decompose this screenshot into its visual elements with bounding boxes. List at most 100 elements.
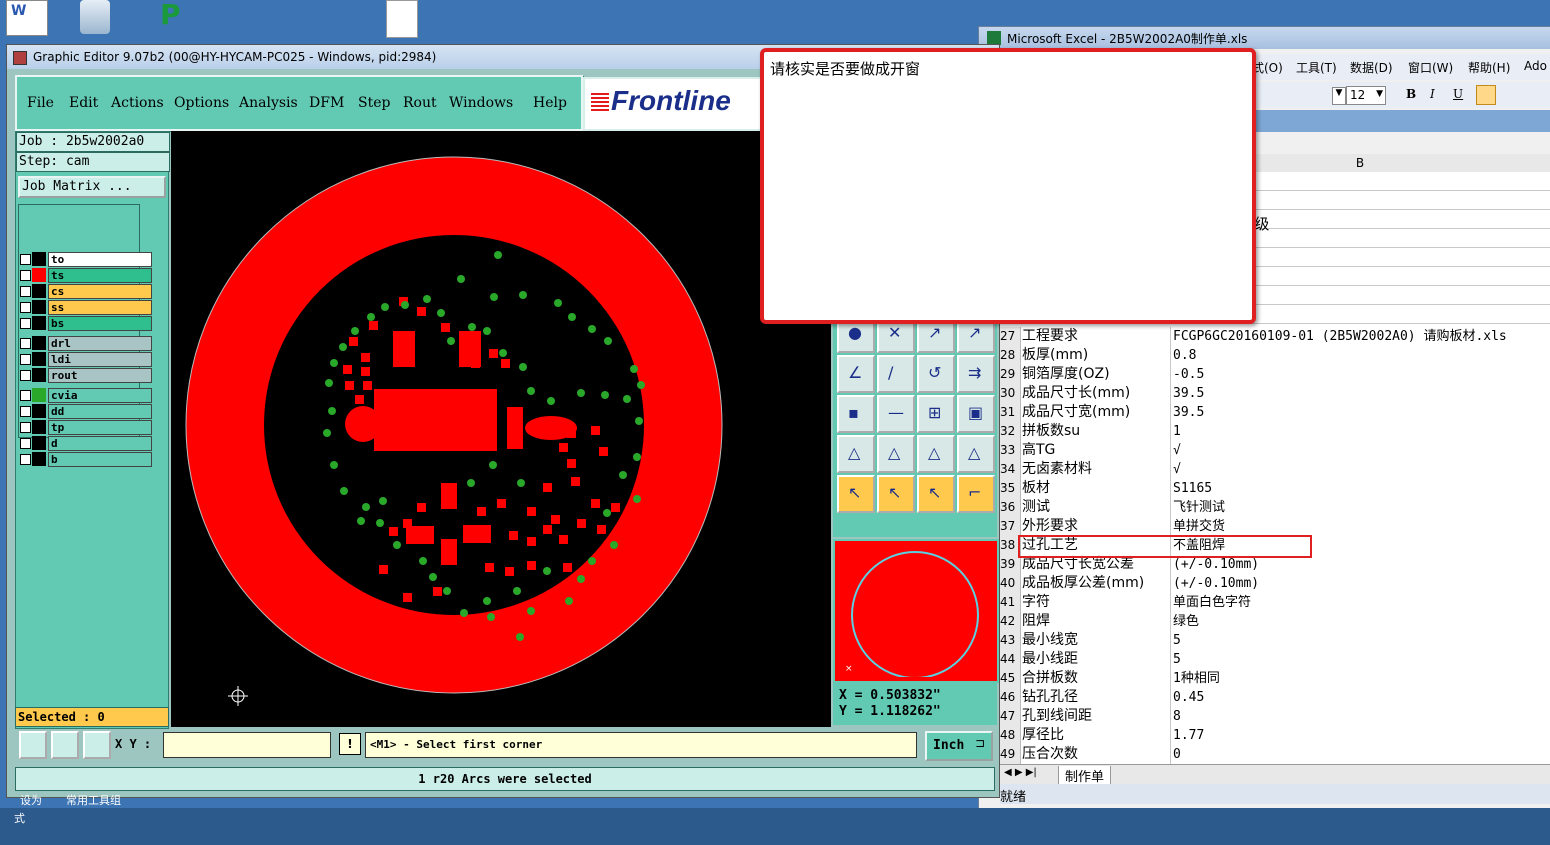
preview-panel[interactable]: × [833, 539, 999, 683]
layer-checkbox[interactable] [20, 270, 31, 281]
layer-name[interactable]: d [48, 436, 152, 451]
layer-name[interactable]: to [48, 252, 152, 267]
cell-a[interactable]: 工程要求 [1022, 327, 1168, 346]
tool-button[interactable]: ↖ [837, 475, 875, 513]
zoom-fit-icon[interactable] [19, 731, 47, 759]
cell-a[interactable]: 压合次数 [1022, 745, 1168, 764]
cell-b[interactable]: -0.5 [1170, 365, 1550, 384]
recycle-bin-icon[interactable] [80, 0, 110, 34]
menu-rout[interactable]: Rout [403, 95, 437, 111]
layer-row[interactable]: rout [20, 368, 152, 383]
layer-row[interactable]: b [20, 452, 152, 467]
layer-color-swatch[interactable] [32, 336, 46, 350]
app-shortcut-icon[interactable]: P [150, 0, 194, 36]
tool-button[interactable]: ↖ [917, 475, 955, 513]
layer-color-swatch[interactable] [32, 352, 46, 366]
layer-checkbox[interactable] [20, 318, 31, 329]
layer-row[interactable]: drl [20, 336, 152, 351]
row-number[interactable]: 48 [1000, 726, 1021, 745]
cell-b[interactable]: 1.77 [1170, 726, 1550, 745]
font-size-select[interactable]: 12 ▼ [1346, 86, 1386, 105]
row-number[interactable]: 32 [1000, 422, 1021, 441]
sheet-tab[interactable]: 制作单 [1058, 766, 1112, 786]
row-number[interactable]: 33 [1000, 441, 1021, 460]
menu-dfm[interactable]: DFM [309, 95, 344, 111]
text-file-icon[interactable] [386, 0, 418, 38]
row-number[interactable]: 49 [1000, 745, 1021, 764]
row-number[interactable]: 45 [1000, 669, 1021, 688]
desktop-word-icon[interactable]: W [6, 0, 48, 36]
menu-step[interactable]: Step [358, 95, 390, 111]
italic-button[interactable]: I [1430, 87, 1435, 101]
cell-b[interactable]: 39.5 [1170, 384, 1550, 403]
cell-b[interactable]: 单面白色字符 [1170, 593, 1550, 612]
font-name-dropdown-arrow[interactable]: ▼ [1332, 87, 1346, 105]
tool-button[interactable]: △ [877, 435, 915, 473]
tool-button[interactable]: ▪ [837, 395, 875, 433]
layer-row[interactable]: to [20, 252, 152, 267]
layer-checkbox[interactable] [20, 286, 31, 297]
cell-a[interactable]: 合拼板数 [1022, 669, 1168, 688]
job-matrix-button[interactable]: Job Matrix ... [18, 176, 166, 198]
menu-help[interactable]: Help [533, 95, 567, 111]
cell-a[interactable]: 板材 [1022, 479, 1168, 498]
cell-b[interactable]: 1 [1170, 422, 1550, 441]
layer-checkbox[interactable] [20, 354, 31, 365]
row-number[interactable]: 27 [1000, 327, 1021, 346]
align-center-button[interactable] [1500, 85, 1518, 103]
excel-menu-tools[interactable]: 工具(T) [1296, 59, 1337, 76]
grid-icon[interactable] [83, 731, 111, 759]
menu-analysis[interactable]: Analysis [239, 95, 298, 111]
layer-checkbox[interactable] [20, 422, 31, 433]
cell-a[interactable]: 钻孔孔径 [1022, 688, 1168, 707]
layer-checkbox[interactable] [20, 302, 31, 313]
layer-name[interactable]: dd [48, 404, 152, 419]
tool-button[interactable]: △ [837, 435, 875, 473]
cell-b[interactable]: FCGP6GC20160109-01 (2B5W2002A0) 请购板材.xls [1170, 327, 1550, 346]
align-right-button[interactable] [1524, 85, 1542, 103]
layer-row[interactable]: bs [20, 316, 152, 331]
pcb-canvas[interactable] [171, 131, 831, 727]
layer-color-swatch[interactable] [32, 436, 46, 450]
tool-button[interactable]: △ [917, 435, 955, 473]
row-number[interactable]: 36 [1000, 498, 1021, 517]
tool-button[interactable]: — [877, 395, 915, 433]
layer-name[interactable]: drl [48, 336, 152, 351]
cell-a[interactable]: 成品尺寸宽(mm) [1022, 403, 1168, 422]
excel-menu-format[interactable]: 式(O) [1252, 59, 1283, 76]
layer-row[interactable]: cs [20, 284, 152, 299]
row-number[interactable]: 37 [1000, 517, 1021, 536]
layer-checkbox[interactable] [20, 438, 31, 449]
cell-b[interactable]: 0.45 [1170, 688, 1550, 707]
cell-a[interactable]: 拼板数su [1022, 422, 1168, 441]
layer-color-swatch[interactable] [32, 388, 46, 402]
cell-b[interactable]: 绿色 [1170, 612, 1550, 631]
layer-name[interactable]: tp [48, 420, 152, 435]
cell-a[interactable]: 测试 [1022, 498, 1168, 517]
tool-button[interactable]: ▣ [957, 395, 995, 433]
units-select[interactable]: Inch ⊐ [925, 731, 993, 761]
cell-a[interactable]: 外形要求 [1022, 517, 1168, 536]
align-left-button[interactable] [1476, 85, 1496, 105]
row-number[interactable]: 46 [1000, 688, 1021, 707]
cell-b[interactable]: √ [1170, 460, 1550, 479]
row-number[interactable]: 34 [1000, 460, 1021, 479]
cell-b[interactable]: 飞针测试 [1170, 498, 1550, 517]
layer-checkbox[interactable] [20, 338, 31, 349]
cell-b[interactable]: 单拼交货 [1170, 517, 1550, 536]
cell-a[interactable]: 成品板厚公差(mm) [1022, 574, 1168, 593]
cell-b[interactable]: S1165 [1170, 479, 1550, 498]
layer-color-swatch[interactable] [32, 420, 46, 434]
row-number[interactable]: 42 [1000, 612, 1021, 631]
cell-a[interactable]: 字符 [1022, 593, 1168, 612]
row-number[interactable]: 29 [1000, 365, 1021, 384]
tool-button[interactable]: ↺ [917, 355, 955, 393]
cell-a[interactable]: 板厚(mm) [1022, 346, 1168, 365]
cell-b[interactable]: 5 [1170, 631, 1550, 650]
cell-a[interactable]: 最小线宽 [1022, 631, 1168, 650]
excel-titlebar[interactable]: Microsoft Excel - 2B5W2002A0制作单.xls [979, 27, 1550, 49]
layer-name[interactable]: ss [48, 300, 152, 315]
cell-a[interactable]: 铜箔厚度(OZ) [1022, 365, 1168, 384]
cell-b[interactable]: √ [1170, 441, 1550, 460]
cell-b[interactable]: 0 [1170, 745, 1550, 764]
